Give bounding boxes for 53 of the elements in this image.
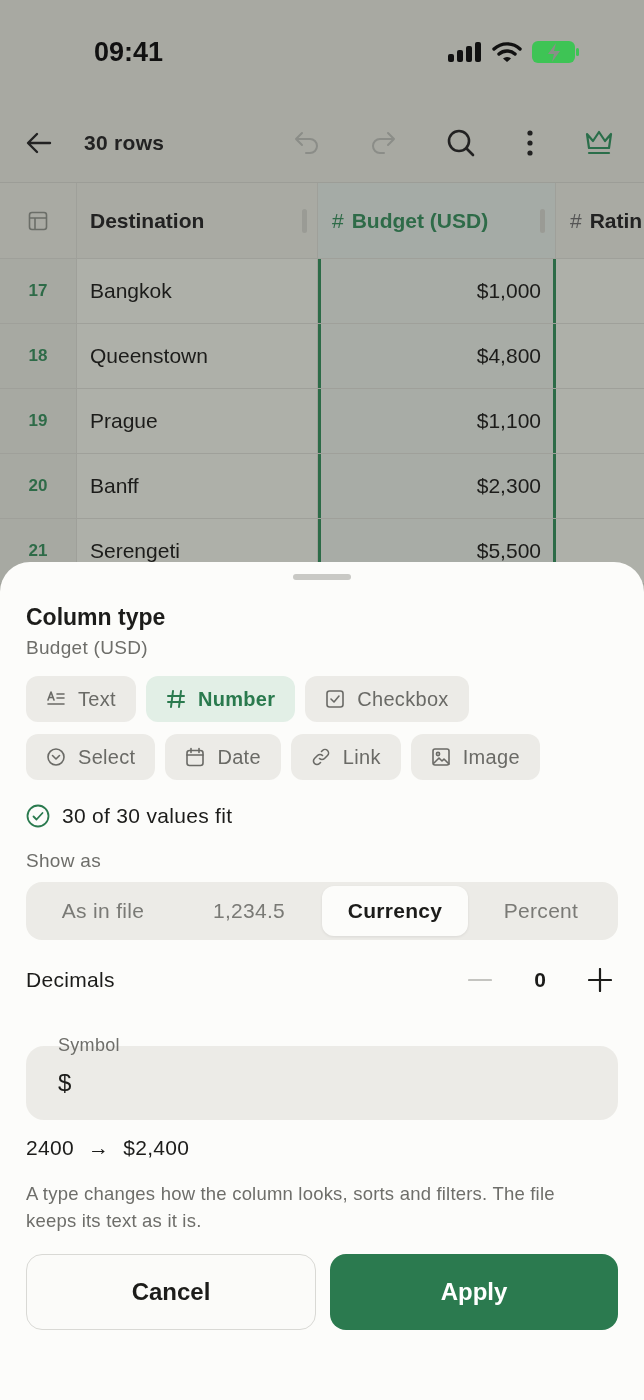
- table-cell: Bangkok: [77, 259, 318, 323]
- type-chip[interactable]: Date: [165, 734, 281, 780]
- symbol-field[interactable]: Symbol $: [26, 1034, 618, 1120]
- decimals-value: 0: [533, 968, 547, 992]
- sheet-title: Column type: [26, 603, 167, 632]
- formatted-value-text: $2,400: [123, 1136, 190, 1160]
- fit-status-text: 30 of 30 values fit: [62, 804, 233, 828]
- table-cell: $2,300: [318, 454, 556, 518]
- type-chip[interactable]: Link: [290, 734, 401, 780]
- type-chip[interactable]: Select: [26, 734, 156, 780]
- show-as-label: Show as: [26, 850, 102, 872]
- decimals-label: Decimals: [26, 968, 116, 992]
- battery-charging-icon: [532, 40, 580, 64]
- plus-icon: [588, 968, 612, 992]
- table-cell: Prague: [77, 389, 318, 453]
- sheet-subtitle: Budget (USD): [26, 636, 149, 660]
- wifi-icon: [492, 41, 522, 63]
- table-cell: $1,100: [318, 389, 556, 453]
- table-cell: $4,800: [318, 324, 556, 388]
- search-icon[interactable]: [446, 128, 476, 158]
- row-count-title: 30 rows: [84, 131, 165, 155]
- sample-value-text: 2400: [26, 1136, 74, 1160]
- table-cell: $1,000: [318, 259, 556, 323]
- type-chip[interactable]: Image: [410, 734, 540, 780]
- type-chip[interactable]: Text: [26, 676, 136, 722]
- type-chip[interactable]: Number: [145, 676, 296, 722]
- crown-icon[interactable]: [584, 130, 614, 156]
- format-option[interactable]: 1,234.5: [176, 886, 322, 936]
- back-arrow-icon[interactable]: [26, 132, 52, 154]
- format-option[interactable]: Percent: [468, 886, 614, 936]
- format-option[interactable]: As in file: [30, 886, 176, 936]
- table-cell: Banff: [77, 454, 318, 518]
- table-cell: Queenstown: [77, 324, 318, 388]
- calendar-icon: [185, 747, 206, 767]
- table-icon: [28, 210, 48, 231]
- arrow-glyph: →: [87, 1136, 110, 1160]
- chevron-circle-icon: [46, 747, 66, 767]
- signal-icon: [448, 42, 482, 62]
- image-icon: [430, 747, 451, 767]
- cancel-button[interactable]: Cancel: [26, 1254, 316, 1330]
- checkbox-icon: [325, 689, 346, 709]
- apply-button[interactable]: Apply: [330, 1254, 618, 1330]
- hash-icon: [165, 689, 186, 709]
- sheet-handle[interactable]: [293, 574, 351, 580]
- status-time: 09:41: [94, 36, 164, 68]
- help-text: A type changes how the column looks, sorts and filters. The file keeps its text as it is.: [26, 1182, 556, 1233]
- type-chip[interactable]: Checkbox: [305, 676, 469, 722]
- minus-icon: [468, 978, 492, 982]
- column-header[interactable]: # Budget (USD): [318, 183, 556, 258]
- check-circle-icon: [26, 804, 50, 828]
- more-vertical-icon[interactable]: [526, 130, 534, 156]
- format-option[interactable]: Currency: [322, 886, 468, 936]
- link-icon: [310, 747, 331, 767]
